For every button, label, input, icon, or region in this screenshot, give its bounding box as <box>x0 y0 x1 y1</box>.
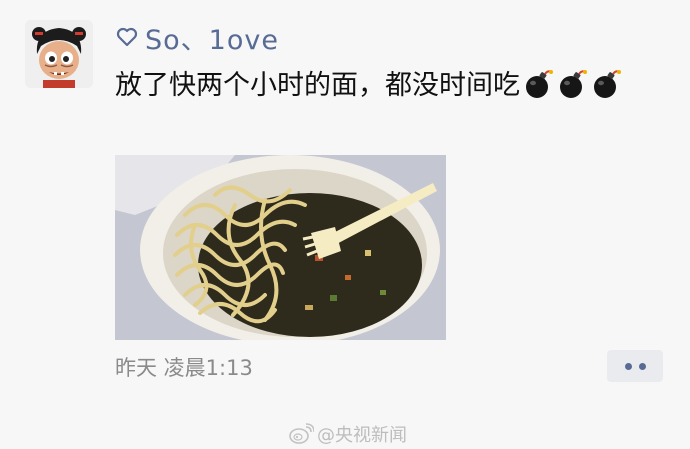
username-text: So、1ove <box>145 24 279 56</box>
heart-outline-icon <box>115 25 139 49</box>
post-body: 放了快两个小时的面，都没时间吃 <box>115 70 520 101</box>
bomb-icon <box>522 68 554 100</box>
watermark-text: @央视新闻 <box>317 425 407 446</box>
weibo-logo-icon <box>288 423 314 445</box>
post-text: 放了快两个小时的面，都没时间吃 <box>115 66 675 106</box>
username-link[interactable]: So、1ove <box>115 19 279 56</box>
more-dots-icon <box>638 362 646 370</box>
watermark: @央视新闻 <box>288 421 407 447</box>
post-photo[interactable] <box>115 155 446 340</box>
noodle-cup-photo <box>115 155 446 340</box>
avatar-cartoon-image <box>25 20 93 88</box>
more-options-button[interactable] <box>607 350 663 382</box>
more-dots-icon <box>624 362 632 370</box>
avatar[interactable] <box>25 20 93 88</box>
bomb-icon <box>556 68 588 100</box>
post-timestamp: 昨天 凌晨1:13 <box>115 356 253 380</box>
bomb-icon <box>590 68 622 100</box>
